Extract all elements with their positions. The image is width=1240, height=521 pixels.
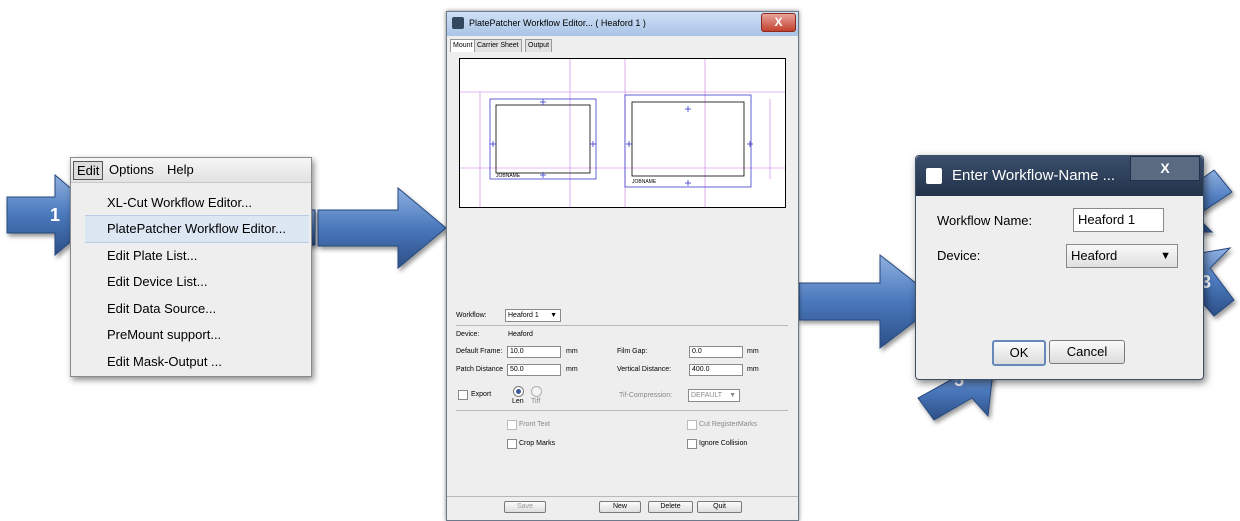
export-checkbox[interactable]	[458, 390, 468, 400]
menu-options[interactable]: Options	[106, 161, 157, 178]
chevron-down-icon: ▼	[1160, 250, 1171, 262]
tiff-label: Tiff	[531, 398, 541, 405]
workflow-name-input[interactable]: Heaford 1	[1073, 208, 1164, 232]
tif-compression-value: DEFAULT	[691, 392, 722, 399]
enter-workflow-name-dialog: Enter Workflow-Name ... X Workflow Name:…	[915, 155, 1204, 380]
workflow-select-value: Heaford 1	[508, 312, 539, 319]
connector-arrow-1	[297, 186, 447, 270]
vertical-distance-unit: mm	[747, 366, 759, 373]
menu-item-platepatcher-workflow-editor[interactable]: PlatePatcher Workflow Editor...	[107, 221, 286, 236]
preview-job-label-2: JOBNAME	[632, 179, 657, 185]
edit-menu: Edit Options Help XL-Cut Workflow Editor…	[70, 157, 312, 377]
tif-compression-select[interactable]: DEFAULT ▼	[688, 389, 740, 402]
device-select[interactable]: Heaford ▼	[1066, 244, 1178, 268]
dialog-title-bar: Enter Workflow-Name ... X	[916, 156, 1203, 196]
front-text-label: Front Text	[519, 421, 550, 428]
export-label: Export	[471, 391, 492, 398]
save-button[interactable]: Save	[504, 501, 546, 513]
crop-marks-checkbox[interactable]	[507, 439, 517, 449]
editor-title: PlatePatcher Workflow Editor... ( Heafor…	[469, 18, 646, 28]
tiff-radio[interactable]	[531, 386, 542, 397]
step-1-number: 1	[50, 205, 61, 225]
menu-item-premount-support[interactable]: PreMount support...	[107, 327, 221, 342]
new-button[interactable]: New	[599, 501, 641, 513]
mount-preview-drawing	[460, 59, 785, 207]
ok-button[interactable]: OK	[992, 340, 1046, 366]
default-frame-unit: mm	[566, 348, 578, 355]
menu-item-edit-mask-output[interactable]: Edit Mask-Output ...	[107, 354, 222, 369]
editor-title-bar: PlatePatcher Workflow Editor... ( Heafor…	[447, 12, 798, 36]
vertical-distance-input[interactable]: 400.0	[689, 364, 743, 376]
menu-item-edit-plate-list[interactable]: Edit Plate List...	[107, 248, 197, 263]
chevron-down-icon: ▼	[729, 392, 736, 399]
ignore-collision-label: Ignore Collision	[699, 440, 748, 447]
app-icon	[926, 168, 942, 184]
cut-register-marks-label: Cut RegisterMarks	[699, 421, 757, 428]
divider	[447, 496, 798, 497]
cancel-button[interactable]: Cancel	[1049, 340, 1125, 364]
vertical-distance-label: Vertical Distance:	[617, 366, 672, 373]
dialog-title: Enter Workflow-Name ...	[952, 167, 1116, 184]
preview-job-label-1: JOBNAME	[496, 173, 521, 179]
len-radio[interactable]	[513, 386, 524, 397]
dialog-close-button[interactable]: X	[1130, 156, 1200, 181]
patch-distance-label: Patch Distance	[456, 366, 504, 373]
device-label: Device:	[937, 248, 981, 263]
workflow-name-label: Workflow Name:	[937, 213, 1033, 228]
menu-item-edit-data-source[interactable]: Edit Data Source...	[107, 301, 216, 316]
patch-distance-unit: mm	[566, 366, 578, 373]
front-text-checkbox[interactable]	[507, 420, 517, 430]
app-icon	[452, 17, 464, 29]
workflow-select[interactable]: Heaford 1 ▼	[505, 309, 561, 322]
mount-preview: JOBNAME JOBNAME	[459, 58, 786, 208]
chevron-down-icon: ▼	[550, 312, 557, 319]
divider	[456, 410, 788, 411]
len-label: Len	[512, 398, 524, 405]
tif-compression-label: Tif-Compression:	[619, 392, 673, 399]
menu-item-xlcut-workflow-editor[interactable]: XL-Cut Workflow Editor...	[107, 195, 252, 210]
editor-close-button[interactable]: X	[761, 13, 796, 32]
film-gap-label: Film Gap:	[617, 348, 648, 355]
ignore-collision-checkbox[interactable]	[687, 439, 697, 449]
menu-help[interactable]: Help	[164, 161, 197, 178]
tab-output[interactable]: Output	[525, 39, 553, 52]
platepatcher-editor-window: PlatePatcher Workflow Editor... ( Heafor…	[446, 11, 799, 521]
default-frame-input[interactable]: 10.0	[507, 346, 561, 358]
default-frame-label: Default Frame:	[456, 348, 503, 355]
menu-item-edit-device-list[interactable]: Edit Device List...	[107, 274, 207, 289]
quit-button[interactable]: Quit	[697, 501, 742, 513]
cut-register-marks-checkbox[interactable]	[687, 420, 697, 430]
device-label: Device:	[456, 331, 480, 338]
film-gap-input[interactable]: 0.0	[689, 346, 743, 358]
menu-bar: Edit Options Help	[71, 158, 311, 183]
tab-mount[interactable]: Mount	[450, 39, 476, 52]
device-select-value: Heaford	[1071, 248, 1118, 263]
delete-button[interactable]: Delete	[648, 501, 693, 513]
device-value: Heaford	[508, 331, 533, 338]
crop-marks-label: Crop Marks	[519, 440, 556, 447]
patch-distance-input[interactable]: 50.0	[507, 364, 561, 376]
film-gap-unit: mm	[747, 348, 759, 355]
tab-carrier-sheet[interactable]: Carrier Sheet	[474, 39, 522, 52]
menu-edit[interactable]: Edit	[73, 161, 104, 180]
divider	[456, 325, 788, 326]
workflow-label: Workflow:	[456, 312, 487, 319]
